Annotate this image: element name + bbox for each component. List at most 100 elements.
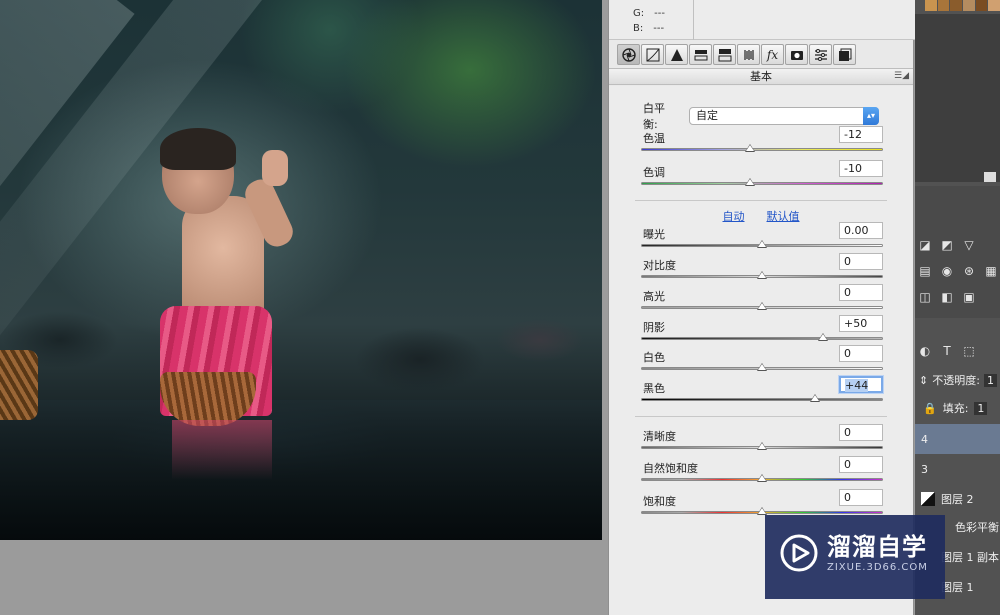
- tab-detail-icon[interactable]: [665, 44, 688, 65]
- highlights-input[interactable]: 0: [839, 284, 883, 301]
- lock-icon[interactable]: 🔒: [923, 402, 937, 415]
- vibrance-label: 自然饱和度: [643, 462, 698, 475]
- invert-icon[interactable]: ◫: [917, 290, 933, 304]
- layer-name: 图层 1: [941, 581, 974, 594]
- contrast-input[interactable]: 0: [839, 253, 883, 270]
- layer-name: 3: [921, 462, 928, 476]
- photo-canvas[interactable]: [0, 0, 602, 540]
- whites-thumb[interactable]: [757, 363, 767, 371]
- panel-tabs: fx: [617, 44, 907, 66]
- blacks-thumb[interactable]: [810, 394, 821, 402]
- tab-camera-calibration-icon[interactable]: [785, 44, 808, 65]
- tint-slider[interactable]: 色调 -10: [641, 160, 883, 196]
- contrast-thumb[interactable]: [757, 271, 767, 279]
- threshold-icon[interactable]: ▣: [961, 290, 977, 304]
- tab-presets-icon[interactable]: [809, 44, 832, 65]
- saturation-input[interactable]: 0: [839, 489, 883, 506]
- shadows-thumb[interactable]: [817, 333, 828, 341]
- canvas-background: [0, 540, 608, 615]
- saturation-thumb[interactable]: [757, 507, 767, 515]
- exposure-input[interactable]: 0.00: [839, 222, 883, 239]
- contrast-label: 对比度: [643, 259, 676, 272]
- blacks-label: 黑色: [643, 382, 665, 395]
- tint-input[interactable]: -10: [839, 160, 883, 177]
- layer-thumbnail: [921, 492, 935, 506]
- opacity-label: 不透明度:: [932, 374, 980, 387]
- swatches[interactable]: [925, 0, 1000, 12]
- fill-row: 🔒 填充: 1: [923, 398, 1000, 418]
- levels-icon[interactable]: ◩: [939, 238, 955, 252]
- layer-filter-icons: ◐ T ⬚: [917, 344, 977, 358]
- tab-basic-icon[interactable]: [617, 44, 640, 65]
- curves-icon[interactable]: ◪: [917, 238, 933, 252]
- hue-icon[interactable]: ▤: [917, 264, 933, 278]
- default-link[interactable]: 默认值: [767, 208, 800, 224]
- white-balance-select[interactable]: 自定 ▴▾: [689, 107, 879, 125]
- white-balance-label: 白平衡:: [643, 102, 665, 131]
- exposure-thumb[interactable]: [757, 240, 767, 248]
- temperature-thumb[interactable]: [744, 144, 755, 152]
- adjustment-icons-row: ▤ ◉ ⊛ ▦: [917, 264, 999, 278]
- tint-thumb[interactable]: [744, 178, 755, 186]
- tint-track[interactable]: [641, 182, 883, 185]
- blacks-value-selected: +44: [845, 379, 869, 392]
- shape-filter-icon[interactable]: ⬚: [961, 344, 977, 358]
- watermark-url: ZIXUE.3D66.COM: [827, 562, 928, 573]
- tab-snapshots-icon[interactable]: [833, 44, 856, 65]
- fill-input[interactable]: 1: [974, 401, 988, 415]
- auto-link[interactable]: 自动: [723, 208, 745, 224]
- tab-split-toning-icon[interactable]: [713, 44, 736, 65]
- boy-thumb: [262, 150, 288, 186]
- opacity-input[interactable]: 1: [983, 373, 997, 387]
- watermark-name: 溜溜自学: [827, 533, 927, 561]
- tab-hsl-icon[interactable]: [689, 44, 712, 65]
- properties-pane: [915, 14, 1000, 182]
- shadows-label: 阴影: [643, 321, 665, 334]
- posterize-icon[interactable]: ◧: [939, 290, 955, 304]
- vibrance-slider[interactable]: 自然饱和度 0: [641, 456, 883, 492]
- layer-row[interactable]: 图层 2: [915, 484, 1000, 514]
- section-header: 基本 ☰◢: [609, 68, 913, 85]
- shadows-track[interactable]: [641, 337, 883, 340]
- g-value: ---: [654, 8, 665, 19]
- channel-mixer-icon[interactable]: ⊛: [961, 264, 977, 278]
- boy-hair: [160, 128, 236, 170]
- chevron-down-icon[interactable]: ⇕: [919, 374, 928, 387]
- adjustment-filter-icon[interactable]: ◐: [917, 344, 933, 358]
- adjustments-pane: ◪ ◩ ▽ ▤ ◉ ⊛ ▦ ◫ ◧ ▣: [915, 186, 1000, 318]
- grid-icon[interactable]: ▦: [983, 264, 999, 278]
- rocks: [0, 300, 602, 410]
- tab-effects-icon[interactable]: fx: [761, 44, 784, 65]
- layer-name: 4: [921, 432, 928, 446]
- exposure-label: 曝光: [643, 228, 665, 241]
- tab-lens-icon[interactable]: [737, 44, 760, 65]
- camera-icon[interactable]: ◉: [939, 264, 955, 278]
- whites-input[interactable]: 0: [839, 345, 883, 362]
- tab-tone-curve-icon[interactable]: [641, 44, 664, 65]
- whites-label: 白色: [643, 351, 665, 364]
- saturation-label: 饱和度: [643, 495, 676, 508]
- temperature-input[interactable]: -12: [839, 126, 883, 143]
- layer-row[interactable]: 4: [915, 424, 1000, 454]
- blacks-input[interactable]: +44: [839, 376, 883, 393]
- gradient-map-icon[interactable]: ▽: [961, 238, 977, 252]
- b-value: ---: [653, 23, 665, 34]
- readout-divider: [693, 0, 694, 40]
- vibrance-input[interactable]: 0: [839, 456, 883, 473]
- panel-menu-icon[interactable]: ☰◢: [894, 69, 909, 84]
- blacks-slider[interactable]: 黑色 +44: [641, 376, 883, 412]
- type-filter-icon[interactable]: T: [939, 344, 955, 358]
- blacks-track[interactable]: [641, 398, 883, 401]
- collapse-icon[interactable]: [984, 172, 996, 182]
- vibrance-thumb[interactable]: [757, 474, 767, 482]
- clarity-input[interactable]: 0: [839, 424, 883, 441]
- adjustment-icons-row: ◫ ◧ ▣: [917, 290, 977, 304]
- temperature-track[interactable]: [641, 148, 883, 151]
- clarity-thumb[interactable]: [757, 442, 767, 450]
- temperature-slider[interactable]: 色温 -12: [641, 126, 883, 162]
- highlights-thumb[interactable]: [757, 302, 767, 310]
- basket-left: [0, 350, 38, 420]
- layer-row[interactable]: 3: [915, 454, 1000, 484]
- opacity-row: ⇕ 不透明度: 1: [919, 370, 1000, 390]
- shadows-input[interactable]: +50: [839, 315, 883, 332]
